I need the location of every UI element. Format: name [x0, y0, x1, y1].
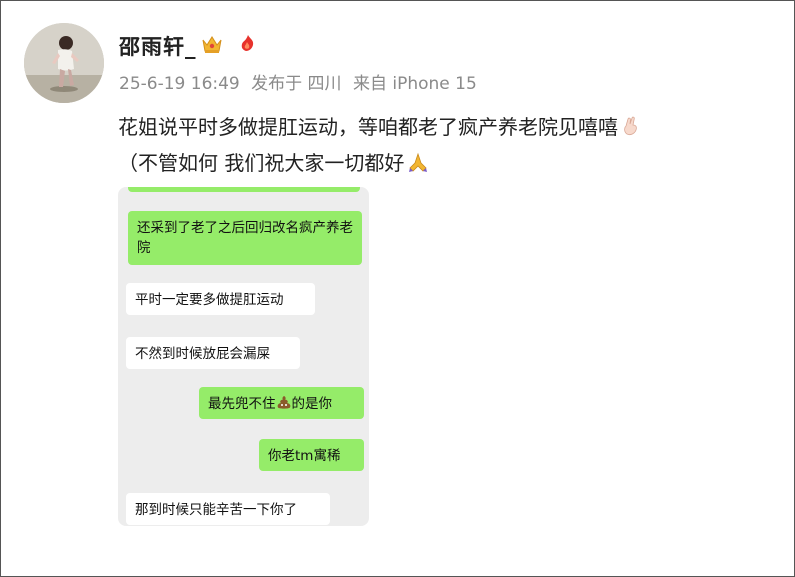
folded-hands-icon — [409, 152, 428, 172]
fire-icon[interactable] — [238, 33, 258, 53]
poop-icon — [277, 396, 290, 409]
post-text-line2: （不管如何 我们祝大家一切都好 — [118, 147, 430, 176]
post-location: 发布于 四川 — [251, 74, 342, 94]
avatar-photo-icon — [24, 23, 104, 103]
chat-screenshot[interactable]: 还采到了老了之后回归改名疯产养老院 平时一定要多做提肛运动 不然到时候放屁会漏屎… — [118, 187, 369, 526]
chat-bubble-left: 不然到时候放屁会漏屎 — [126, 337, 300, 369]
chat-bubble-left: 那到时候只能辛苦一下你了 — [126, 493, 330, 525]
username[interactable]: 邵雨轩_ — [119, 31, 197, 61]
post-text-line1: 花姐说平时多做提肛运动，等咱都老了疯产养老院见嘻嘻 — [118, 111, 642, 140]
chat-message-text: 还采到了老了之后回归改名疯产养老院 — [137, 220, 353, 256]
post-meta: 25-6-19 16:49 发布于 四川 来自 iPhone 15 — [119, 69, 483, 94]
chat-message-text: 那到时候只能辛苦一下你了 — [135, 502, 297, 518]
post-device: 来自 iPhone 15 — [352, 74, 477, 94]
crossed-fingers-icon — [624, 116, 637, 136]
chat-message-text: 你老tm寓稀 — [268, 448, 341, 464]
avatar[interactable] — [24, 23, 104, 103]
chat-bubble-right: 还采到了老了之后回归改名疯产养老院 — [128, 211, 362, 265]
chat-message-text: 不然到时候放屁会漏屎 — [135, 346, 270, 362]
post-time[interactable]: 25-6-19 16:49 — [119, 74, 240, 94]
previous-bubble-edge — [128, 187, 360, 192]
post-text-1: 花姐说平时多做提肛运动，等咱都老了疯产养老院见嘻嘻 — [118, 115, 618, 139]
chat-message-text: 的是你 — [291, 396, 333, 412]
chat-bubble-right: 最先兜不住 的是你 — [199, 387, 364, 419]
chat-message-text: 平时一定要多做提肛运动 — [135, 292, 284, 308]
chat-bubble-right: 你老tm寓稀 — [259, 439, 364, 471]
post-text-2: （不管如何 我们祝大家一切都好 — [118, 151, 405, 175]
post-card: 邵雨轩_ 25-6-19 16:49 发布于 四川 来自 iPhone 15 花… — [0, 0, 795, 577]
crown-icon[interactable] — [201, 33, 223, 55]
chat-message-text: 最先兜不住 — [208, 396, 276, 412]
chat-bubble-left: 平时一定要多做提肛运动 — [126, 283, 315, 315]
